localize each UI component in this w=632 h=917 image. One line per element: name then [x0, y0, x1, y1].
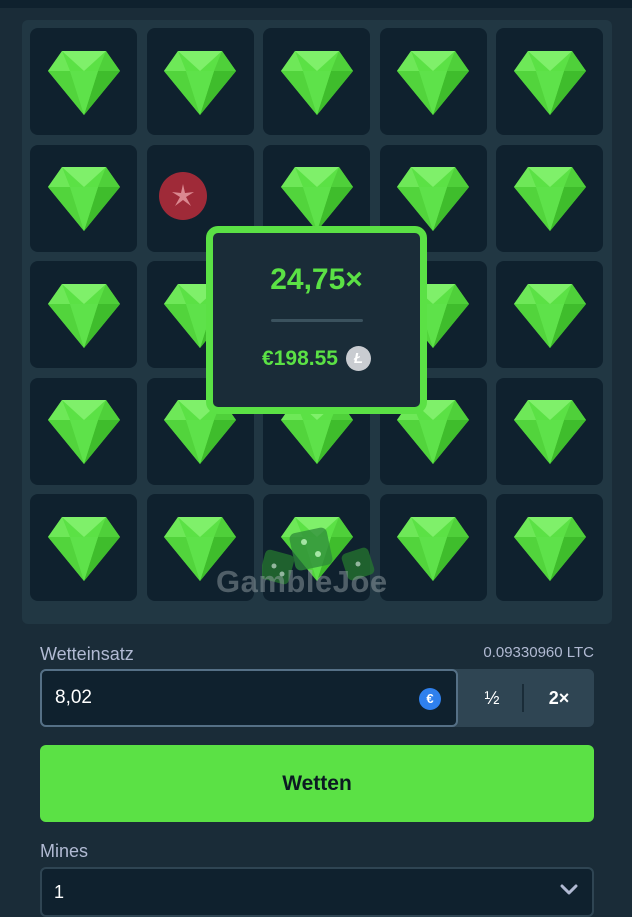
bet-button[interactable]: Wetten — [40, 745, 594, 822]
win-payout: €198.55 — [262, 346, 338, 370]
mines-count-value: 1 — [54, 882, 65, 902]
bet-amount-row: 8,02 € ½ 2× — [40, 669, 594, 727]
gem-icon — [47, 167, 120, 231]
tile-gem[interactable] — [379, 494, 487, 601]
bet-amount-input[interactable]: 8,02 € — [40, 669, 458, 727]
bet-amount-label: Wetteinsatz — [40, 644, 134, 664]
balance-display: 0.09330960 LTC — [483, 644, 594, 661]
tile-gem[interactable] — [146, 28, 254, 135]
gem-icon — [47, 400, 120, 464]
win-payout-row: €198.55 Ł — [213, 346, 420, 371]
gem-icon — [280, 167, 353, 231]
gem-icon — [513, 516, 586, 581]
tile-gem[interactable] — [496, 28, 603, 135]
double-bet-button[interactable]: 2× — [524, 669, 594, 727]
litecoin-icon: Ł — [345, 346, 371, 371]
gem-icon — [397, 516, 469, 581]
mine-icon — [159, 172, 207, 220]
tile-gem[interactable] — [30, 28, 137, 135]
gem-icon — [280, 50, 353, 115]
tile-gem[interactable] — [496, 494, 603, 601]
win-multiplier: 24,75× — [270, 263, 363, 296]
half-bet-button[interactable]: ½ — [460, 669, 524, 727]
tile-gem[interactable] — [30, 377, 137, 485]
gem-icon — [397, 167, 469, 231]
tile-gem[interactable] — [379, 28, 487, 135]
tile-gem[interactable] — [496, 377, 603, 485]
mines-count-select[interactable]: 1 — [40, 867, 594, 917]
gem-icon — [513, 167, 586, 231]
win-popup: 24,75× €198.55 Ł — [206, 226, 427, 414]
gem-icon — [397, 50, 469, 115]
chevron-down-icon — [560, 884, 578, 895]
gem-icon — [47, 283, 120, 348]
watermark: GambleJoe — [216, 564, 388, 599]
euro-icon: € — [419, 688, 441, 710]
tile-gem[interactable] — [263, 28, 370, 135]
gem-icon — [513, 400, 586, 464]
tile-gem[interactable] — [30, 494, 137, 601]
top-strip — [0, 0, 632, 8]
bet-amount-value: 8,02 — [55, 687, 92, 708]
tile-gem[interactable] — [496, 261, 603, 368]
tile-gem[interactable] — [30, 261, 137, 368]
gem-icon — [513, 50, 586, 115]
tile-gem[interactable] — [30, 144, 137, 252]
mines-count-label: Mines — [40, 841, 89, 861]
tile-gem[interactable] — [496, 144, 603, 252]
gem-icon — [513, 283, 586, 348]
popup-divider — [270, 319, 363, 322]
gem-icon — [47, 516, 120, 581]
gem-icon — [164, 50, 236, 115]
gem-icon — [47, 50, 120, 115]
